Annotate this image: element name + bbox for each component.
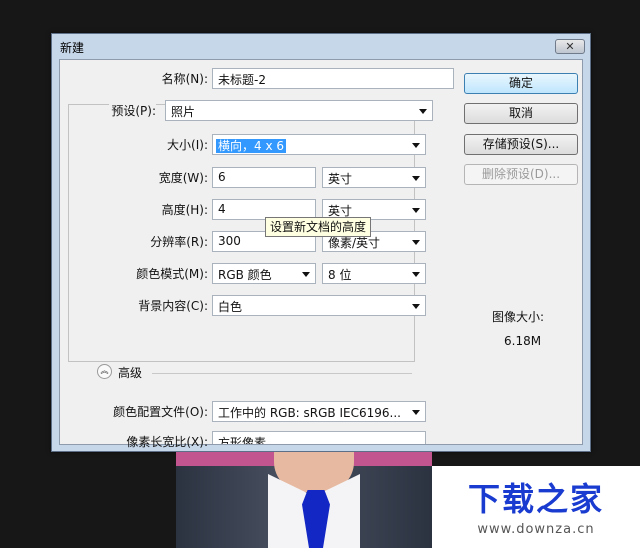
preset-value: 照片 [171,105,196,119]
resolution-unit-value: 像素/英寸 [328,236,381,250]
chevron-down-icon [412,208,420,213]
color-mode-label: 颜色模式(M): [136,267,208,281]
pixel-aspect-value: 方形像素 [218,436,267,444]
chevron-up-icon: ︽ [100,366,109,375]
pixel-aspect-select[interactable]: 方形像素 [212,431,426,444]
size-label: 大小(I): [167,138,208,152]
advanced-label[interactable]: 高级 [118,364,142,381]
new-document-dialog: 新建 ✕ 名称(N): 未标题-2 预设(P): 照片 大小(I): 横向，4 … [51,33,591,452]
height-tooltip: 设置新文档的高度 [265,217,372,237]
cancel-button[interactable]: 取消 [464,103,578,124]
expand-toggle[interactable]: ︽ [97,364,112,379]
color-profile-value: 工作中的 RGB: sRGB IEC6196... [218,406,401,420]
name-field[interactable]: 未标题-2 [212,68,454,89]
name-label: 名称(N): [161,72,208,86]
height-label: 高度(H): [161,203,208,217]
dialog-title: 新建 [60,41,85,55]
chevron-down-icon [412,304,420,309]
ok-button[interactable]: 确定 [464,73,578,94]
image-size-value: 6.18M [504,334,542,348]
size-value: 横向，4 x 6 [216,139,287,153]
close-button[interactable]: ✕ [555,39,585,54]
height-unit-value: 英寸 [328,204,353,218]
bit-depth-value: 8 位 [328,268,352,282]
width-unit-value: 英寸 [328,172,353,186]
color-profile-select[interactable]: 工作中的 RGB: sRGB IEC6196... [212,401,426,422]
watermark: 下载之家 www.downza.cn [432,466,640,548]
width-unit-select[interactable]: 英寸 [322,167,426,188]
color-mode-select[interactable]: RGB 颜色 [212,263,316,284]
preset-label: 预设(P): [109,102,156,119]
resolution-label: 分辨率(R): [150,235,208,249]
delete-preset-button: 删除预设(D)... [464,164,578,185]
width-field[interactable]: 6 [212,167,316,188]
background-photo [176,452,432,548]
color-profile-label: 颜色配置文件(O): [113,405,208,419]
close-icon: ✕ [565,40,575,53]
watermark-url: www.downza.cn [477,522,595,537]
background-select[interactable]: 白色 [212,295,426,316]
preset-select[interactable]: 照片 [165,100,433,121]
size-select[interactable]: 横向，4 x 6 [212,134,426,155]
image-size-label: 图像大小: [492,310,545,324]
background-label: 背景内容(C): [138,299,208,313]
save-preset-button[interactable]: 存储预设(S)... [464,134,578,155]
divider [152,373,412,374]
color-mode-value: RGB 颜色 [218,268,272,282]
chevron-down-icon [412,410,420,415]
width-label: 宽度(W): [158,171,208,185]
chevron-down-icon [302,272,310,277]
background-value: 白色 [218,300,243,314]
dialog-body: 名称(N): 未标题-2 预设(P): 照片 大小(I): 横向，4 x 6 宽… [59,59,583,449]
chevron-down-icon [412,272,420,277]
chevron-down-icon [419,109,427,114]
chevron-down-icon [412,240,420,245]
pixel-aspect-label: 像素长宽比(X): [126,435,208,449]
bit-depth-select[interactable]: 8 位 [322,263,426,284]
chevron-down-icon [412,176,420,181]
chevron-down-icon [412,143,420,148]
title-bar[interactable]: 新建 ✕ [52,34,590,59]
watermark-brand: 下载之家 [467,480,604,518]
